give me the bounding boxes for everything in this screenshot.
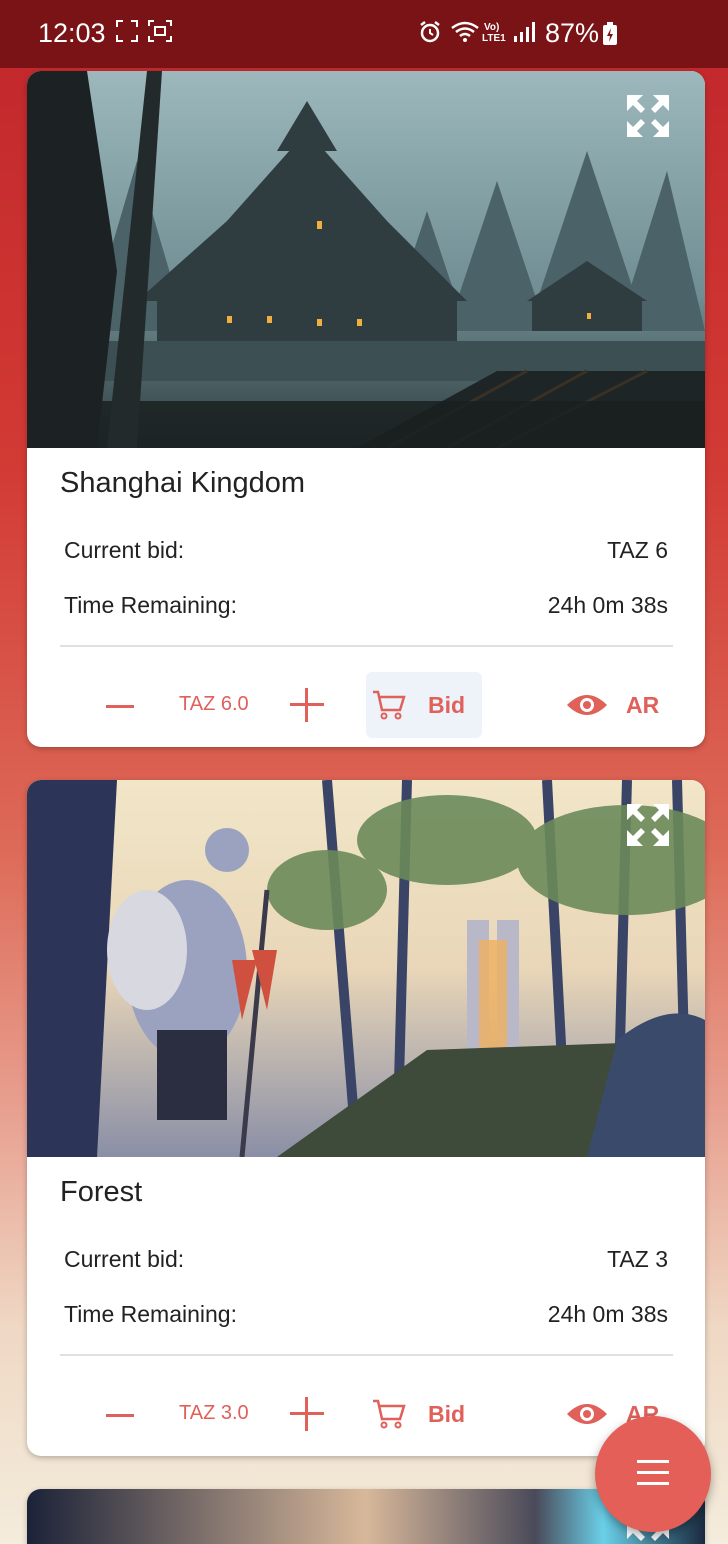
status-time: 12:03 — [38, 18, 106, 48]
cart-icon — [373, 690, 406, 720]
time-remaining-value: 24h 0m 38s — [547, 592, 668, 618]
volte-icon: Vo) LTE1 — [482, 22, 506, 44]
minus-icon[interactable] — [105, 1401, 135, 1431]
card-actions: TAZ 3.0 Bid AR — [27, 1381, 705, 1447]
menu-fab[interactable] — [595, 1416, 711, 1532]
time-remaining-label: Time Remaining: — [64, 1301, 237, 1327]
eye-icon — [567, 695, 607, 715]
eye-icon — [567, 1404, 607, 1424]
minus-icon[interactable] — [105, 692, 135, 722]
divider — [60, 645, 673, 647]
battery-percentage: 87% — [545, 18, 600, 48]
plus-icon[interactable] — [290, 1397, 324, 1431]
bid-amount: TAZ 3.0 — [179, 1402, 249, 1424]
ar-label: AR — [626, 692, 660, 718]
svg-text:Vo): Vo) — [484, 22, 499, 33]
bid-amount: TAZ 6.0 — [179, 693, 249, 715]
time-remaining-value: 24h 0m 38s — [547, 1301, 668, 1327]
bid-button[interactable]: Bid — [366, 1381, 482, 1447]
plus-icon[interactable] — [290, 688, 324, 722]
auction-card: Forest Current bid: TAZ 3 Time Remaining… — [27, 780, 705, 1456]
bid-button[interactable]: Bid — [366, 672, 482, 738]
current-bid-value: TAZ 3 — [607, 1246, 668, 1272]
divider — [60, 1354, 673, 1356]
cart-icon — [373, 1399, 406, 1429]
card-artwork — [27, 780, 705, 1157]
current-bid-label: Current bid: — [64, 537, 185, 563]
time-remaining-label: Time Remaining: — [64, 592, 237, 618]
battery-charging-icon — [603, 22, 617, 45]
alarm-icon — [420, 21, 440, 43]
forest-warrior-artwork — [27, 780, 705, 1157]
card-actions: TAZ 6.0 Bid AR — [27, 672, 705, 738]
screen-capture-icon — [148, 20, 172, 42]
expand-icon[interactable] — [627, 95, 669, 137]
bid-label: Bid — [428, 1401, 466, 1427]
screenshot-frame-icon — [116, 20, 138, 42]
svg-text:LTE1: LTE1 — [482, 33, 506, 44]
bid-label: Bid — [428, 692, 466, 718]
current-bid-value: TAZ 6 — [607, 537, 668, 563]
current-bid-label: Current bid: — [64, 1246, 185, 1272]
menu-icon — [637, 1460, 669, 1485]
card-title: Shanghai Kingdom — [60, 467, 306, 499]
ar-button[interactable]: AR — [567, 672, 677, 738]
auction-card: Shanghai Kingdom Current bid: TAZ 6 Time… — [27, 71, 705, 747]
fantasy-village-artwork — [27, 71, 705, 448]
card-title: Forest — [60, 1176, 143, 1208]
card-artwork — [27, 71, 705, 448]
wifi-icon — [451, 21, 479, 42]
status-bar: 12:03 Vo) LTE1 87% — [0, 0, 728, 68]
signal-icon — [514, 22, 535, 42]
expand-icon[interactable] — [627, 804, 669, 846]
